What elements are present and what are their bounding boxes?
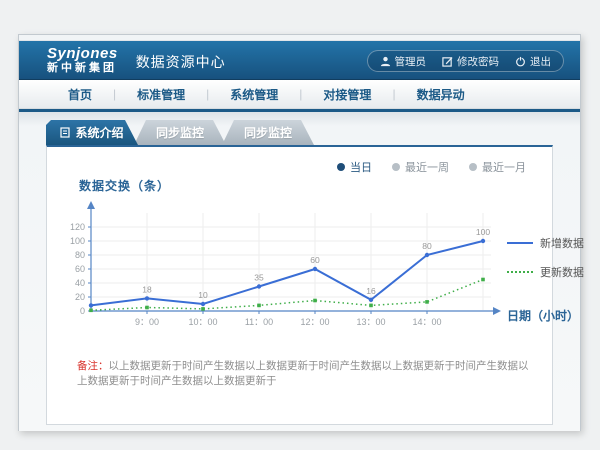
- data-point-update-data: [425, 300, 429, 304]
- y-tick-label: 100: [70, 236, 85, 246]
- legend-label: 新增数据: [540, 235, 584, 251]
- data-point-update-data: [145, 306, 149, 310]
- y-axis-arrow-icon: [87, 201, 95, 209]
- period-option-today[interactable]: 当日: [337, 159, 372, 175]
- user-bar: 管理员 修改密码 退出: [367, 50, 565, 72]
- chart-area: 0 20 40 60 80 100 120 9：00 10：00 11：00 12：00 13：00 1…: [55, 199, 600, 349]
- legend-dotted-line-icon: [507, 271, 533, 273]
- user-icon: [380, 56, 391, 67]
- app-window: Synjones 新中新集团 数据资源中心 管理员 修改密码: [18, 34, 581, 431]
- legend-solid-line-icon: [507, 242, 533, 244]
- period-option-last-week[interactable]: 最近一周: [392, 159, 449, 175]
- footnote: 备注：以上数据更新于时间产生数据以上数据更新于时间产生数据以上数据更新于时间产生…: [77, 359, 536, 388]
- data-point-new-data: [89, 303, 93, 307]
- data-point-new-data: [145, 296, 149, 300]
- data-point-update-data: [481, 278, 485, 282]
- edit-icon: [442, 56, 453, 67]
- radio-dot-icon: [337, 163, 345, 171]
- navbar: 首页|标准管理|系统管理|对接管理|数据异动: [19, 80, 580, 109]
- power-icon: [515, 56, 526, 67]
- data-point-label: 80: [422, 241, 432, 251]
- tab-bar: 系统介绍 同步监控 同步监控: [46, 120, 553, 145]
- data-point-update-data: [201, 307, 205, 311]
- y-axis-title: 数据交换（条）: [79, 177, 170, 194]
- period-selector: 当日 最近一周 最近一月: [337, 159, 526, 175]
- data-point-label: 100: [476, 227, 490, 237]
- tab-label: 同步监控: [156, 124, 204, 141]
- logo-company-name: 新中新集团: [47, 63, 118, 74]
- legend-item-update-data[interactable]: 更新数据: [507, 264, 600, 280]
- page-title: 数据资源中心: [136, 52, 226, 72]
- data-point-new-data: [201, 302, 205, 306]
- legend-label: 更新数据: [540, 264, 584, 280]
- change-password-button[interactable]: 修改密码: [442, 54, 499, 69]
- footnote-label: 备注：: [77, 360, 109, 372]
- legend-item-new-data[interactable]: 新增数据: [507, 235, 600, 251]
- tab-sync-monitor-1[interactable]: 同步监控: [134, 120, 226, 145]
- main-content: 系统介绍 同步监控 同步监控 当日 最近一周 最近一月 数据交换（条） 0 20 40 60 8…: [19, 112, 580, 431]
- nav-item-standard-mgmt[interactable]: 标准管理: [116, 86, 206, 103]
- document-icon: [60, 127, 70, 138]
- data-point-update-data: [313, 299, 317, 303]
- radio-dot-icon: [469, 163, 477, 171]
- period-option-label: 当日: [350, 159, 372, 175]
- data-point-new-data: [369, 298, 373, 302]
- logout-label: 退出: [530, 54, 551, 69]
- x-tick-label: 11：00: [245, 317, 273, 327]
- nav-item-data-change[interactable]: 数据异动: [396, 86, 486, 103]
- data-point-label: 16: [366, 286, 376, 296]
- tab-sync-monitor-2[interactable]: 同步监控: [222, 120, 314, 145]
- current-user-label: 管理员: [395, 54, 427, 69]
- header: Synjones 新中新集团 数据资源中心 管理员 修改密码: [19, 41, 580, 80]
- data-point-label: 60: [310, 255, 320, 265]
- x-tick-label: 13：00: [356, 317, 385, 327]
- x-tick-label: 10：00: [188, 317, 217, 327]
- nav-item-system-mgmt[interactable]: 系统管理: [209, 86, 299, 103]
- y-tick-label: 20: [75, 292, 85, 302]
- x-tick-label: 9：00: [135, 317, 159, 327]
- data-point-update-data: [89, 309, 93, 313]
- data-point-new-data: [313, 267, 317, 271]
- period-option-label: 最近一月: [482, 159, 526, 175]
- data-point-new-data: [425, 253, 429, 257]
- data-point-new-data: [481, 239, 485, 243]
- nav-item-integration-mgmt[interactable]: 对接管理: [302, 86, 392, 103]
- tab-label: 系统介绍: [75, 124, 123, 141]
- x-tick-label: 14：00: [412, 317, 441, 327]
- data-point-update-data: [257, 304, 261, 308]
- nav-item-home[interactable]: 首页: [47, 86, 113, 103]
- logo: Synjones 新中新集团: [47, 46, 118, 74]
- footnote-text: 以上数据更新于时间产生数据以上数据更新于时间产生数据以上数据更新于时间产生数据以…: [77, 360, 529, 387]
- line-chart: 0 20 40 60 80 100 120 9：00 10：00 11：00 12：00 13：00 1…: [55, 199, 507, 349]
- logo-wordmark: Synjones: [47, 46, 118, 61]
- x-axis-arrow-icon: [493, 307, 501, 315]
- data-point-new-data: [257, 284, 261, 288]
- y-tick-label: 80: [75, 250, 85, 260]
- period-option-last-month[interactable]: 最近一月: [469, 159, 526, 175]
- y-tick-label: 60: [75, 264, 85, 274]
- change-password-label: 修改密码: [457, 54, 499, 69]
- radio-dot-icon: [392, 163, 400, 171]
- current-user[interactable]: 管理员: [380, 54, 427, 69]
- x-tick-label: 12：00: [300, 317, 329, 327]
- data-point-label: 35: [254, 273, 264, 283]
- tab-label: 同步监控: [244, 124, 292, 141]
- x-axis-title: 日期（小时）: [507, 307, 579, 324]
- data-point-update-data: [369, 304, 373, 308]
- data-point-label: 10: [198, 290, 208, 300]
- y-tick-label: 40: [75, 278, 85, 288]
- y-tick-label: 0: [80, 306, 85, 316]
- period-option-label: 最近一周: [405, 159, 449, 175]
- y-tick-label: 120: [70, 222, 85, 232]
- tab-system-intro[interactable]: 系统介绍: [46, 120, 138, 145]
- chart-legend: 新增数据更新数据日期（小时）: [507, 199, 600, 349]
- data-point-label: 18: [142, 284, 152, 294]
- logout-button[interactable]: 退出: [515, 54, 551, 69]
- chart-panel: 当日 最近一周 最近一月 数据交换（条） 0 20 40 60 80 100 120 9：00 10…: [46, 145, 553, 425]
